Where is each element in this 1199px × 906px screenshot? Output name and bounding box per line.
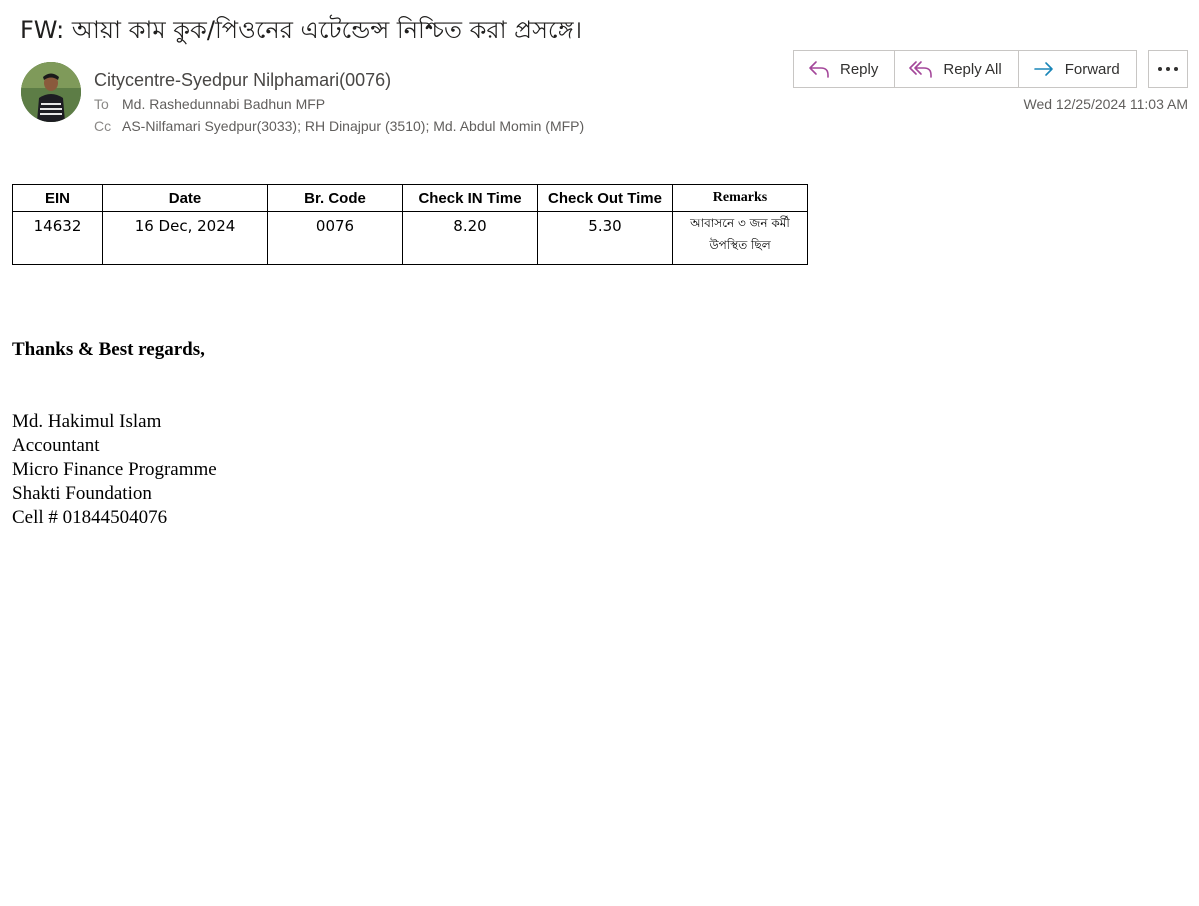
forward-button[interactable]: Forward	[1019, 51, 1136, 87]
forward-label: Forward	[1064, 60, 1120, 78]
reply-all-button[interactable]: Reply All	[895, 51, 1019, 87]
more-actions-button[interactable]	[1148, 50, 1188, 88]
remarks-line-2: উপস্থিত ছিল	[709, 238, 771, 252]
reply-label: Reply	[840, 60, 879, 78]
reply-button[interactable]: Reply	[794, 51, 896, 87]
header-check-in: Check IN Time	[402, 184, 538, 212]
cc-recipients[interactable]: AS-Nilfamari Syedpur(3033); RH Dinajpur …	[122, 118, 584, 134]
table-row: 14632 16 Dec, 2024 0076 8.20 5.30 আবাসনে…	[12, 211, 808, 265]
reply-all-label: Reply All	[943, 60, 1002, 78]
remarks-line-1: আবাসনে ৩ জন কর্মী	[690, 216, 790, 230]
cell-check-in: 8.20	[402, 211, 538, 265]
forward-icon	[1033, 62, 1053, 76]
header-remarks: Remarks	[672, 184, 808, 212]
sent-date: Wed 12/25/2024 11:03 AM	[1023, 96, 1189, 112]
header-date: Date	[102, 184, 268, 212]
cell-br-code: 0076	[267, 211, 403, 265]
attendance-table: EIN Date Br. Code Check IN Time Check Ou…	[12, 184, 808, 265]
signature-organization: Shakti Foundation	[12, 483, 152, 504]
signature-cell: Cell # 01844504076	[12, 507, 168, 528]
signature-block: Md. Hakimul Islam Accountant Micro Finan…	[12, 410, 217, 530]
header-check-out: Check Out Time	[537, 184, 673, 212]
cc-line: Cc AS-Nilfamari Syedpur(3033); RH Dinajpu…	[94, 118, 584, 134]
cell-date: 16 Dec, 2024	[102, 211, 268, 265]
sender-name[interactable]: Citycentre-Syedpur Nilphamari(0076)	[94, 70, 391, 91]
reply-icon	[809, 61, 829, 78]
to-line: To Md. Rashedunnabi Badhun MFP	[94, 96, 325, 112]
table-header-row: EIN Date Br. Code Check IN Time Check Ou…	[12, 184, 808, 212]
closing-regards: Thanks & Best regards,	[12, 339, 205, 360]
sender-avatar[interactable]	[21, 62, 81, 122]
avatar-photo	[21, 62, 81, 122]
signature-title: Accountant	[12, 435, 100, 456]
to-label: To	[94, 96, 109, 112]
header-br-code: Br. Code	[267, 184, 403, 212]
reply-all-icon	[909, 61, 933, 78]
email-subject: FW: আয়া কাম কুক/পিওনের এটেন্ডেন্স নিশ্চ…	[20, 16, 583, 44]
header-ein: EIN	[12, 184, 103, 212]
message-actions: Reply Reply All Forward	[793, 50, 1137, 88]
signature-name: Md. Hakimul Islam	[12, 411, 162, 432]
cell-check-out: 5.30	[537, 211, 673, 265]
signature-department: Micro Finance Programme	[12, 459, 217, 480]
cc-label: Cc	[94, 118, 112, 134]
more-icon	[1158, 67, 1178, 71]
to-recipient[interactable]: Md. Rashedunnabi Badhun MFP	[122, 96, 325, 112]
cell-remarks: আবাসনে ৩ জন কর্মী উপস্থিত ছিল	[672, 211, 808, 265]
cell-ein: 14632	[12, 211, 103, 265]
